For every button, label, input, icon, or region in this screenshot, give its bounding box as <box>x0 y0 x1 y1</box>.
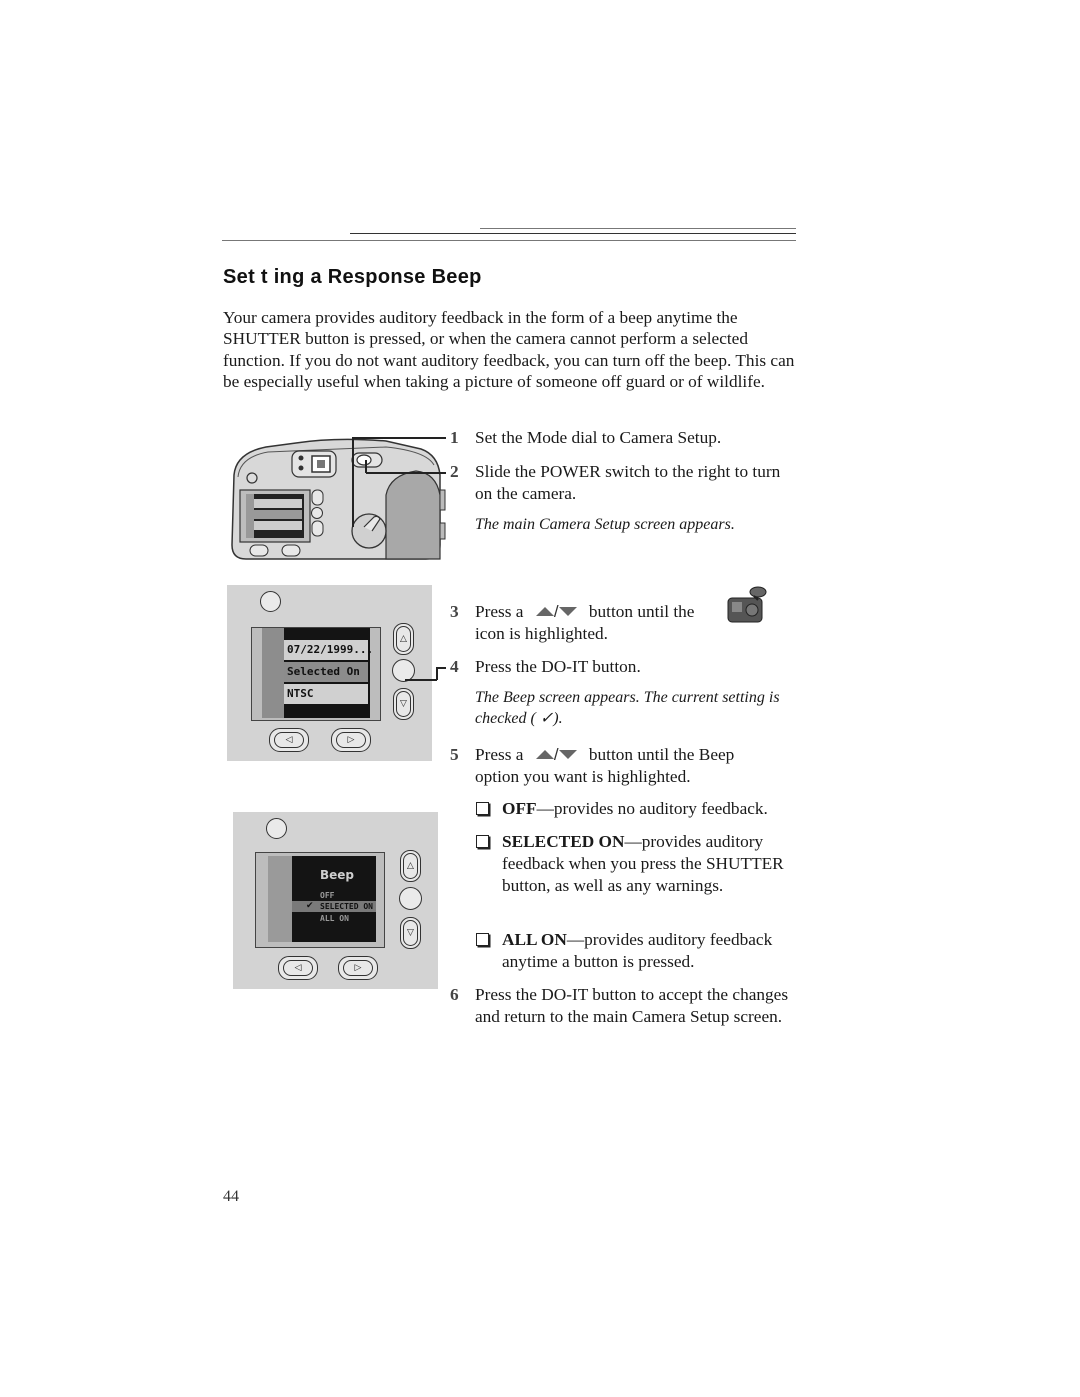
up-arrow-icon: △ <box>400 634 407 644</box>
callout-4-horizontal-b <box>436 667 446 669</box>
left-arrow-icon: ◁ <box>294 963 302 973</box>
checkbox-bullet-icon <box>476 835 489 848</box>
callout-1-horizontal <box>353 437 446 439</box>
checkbox-bullet-icon <box>476 802 489 815</box>
down-button: ▽ <box>393 688 414 720</box>
step-text: Set the Mode dial to Camera Setup. <box>475 428 722 447</box>
up-triangle-icon <box>535 750 554 759</box>
page-number: 44 <box>223 1188 239 1205</box>
beep-menu-camera-icon <box>726 584 768 626</box>
step-text-part: button until the Beep <box>588 745 735 764</box>
callout-2-vertical <box>365 460 367 473</box>
step-text-part: option you want is highlighted. <box>475 767 691 786</box>
menu-icon-column <box>262 628 284 718</box>
step-text-part: button until the <box>588 602 695 621</box>
down-button: ▽ <box>400 917 421 949</box>
option-label: ALL ON <box>502 930 567 949</box>
camera-back-illustration <box>226 435 446 565</box>
callout-1-vertical <box>352 437 354 527</box>
left-arrow-icon: ◁ <box>285 735 293 745</box>
intro-paragraph: Your camera provides auditory feedback i… <box>223 308 795 391</box>
lcd-frame: 07/22/1999... Selected On NTSC <box>251 627 381 721</box>
beep-option-selected-on: SELECTED ON <box>320 902 373 911</box>
callout-4-horizontal-a <box>405 679 437 681</box>
note-beep-screen-appears: The Beep screen appears. The current set… <box>475 689 780 727</box>
beep-screen-title: Beep <box>320 868 355 882</box>
step-text-part: Press a <box>475 602 524 621</box>
checkbox-bullet-icon <box>476 933 489 946</box>
beep-option-all-on: ALL ON <box>320 914 349 923</box>
step-text-part: icon is highlighted. <box>475 624 608 643</box>
option-description: —provides no auditory feedback. <box>536 799 768 818</box>
check-mark-icon: ✔ <box>306 900 314 910</box>
menu-row-video-out: NTSC <box>284 684 368 704</box>
header-rule-middle <box>350 233 796 234</box>
up-button: △ <box>393 623 414 655</box>
step-number: 3 <box>450 602 459 621</box>
right-arrow-icon: ▷ <box>347 735 355 745</box>
option-label: SELECTED ON <box>502 832 625 851</box>
power-led-button <box>266 818 287 839</box>
step-text-part: Press a <box>475 745 524 764</box>
step-number: 2 <box>450 462 459 481</box>
up-triangle-icon <box>535 607 554 616</box>
step-text: Slide the POWER switch to the right to t… <box>475 462 781 503</box>
callout-4-vertical <box>436 667 438 680</box>
beep-option-off: OFF <box>320 891 335 900</box>
left-button: ◁ <box>269 728 309 752</box>
option-label: OFF <box>502 799 537 818</box>
right-button: ▷ <box>331 728 371 752</box>
down-arrow-icon: ▽ <box>400 699 407 709</box>
up-button: △ <box>400 850 421 882</box>
up-arrow-icon: △ <box>407 861 414 871</box>
lcd-frame: Beep OFF ✔ SELECTED ON ALL ON <box>255 852 385 948</box>
note-main-setup-screen: The main Camera Setup screen appears. <box>475 516 735 533</box>
step-text: Press the DO-IT button to accept the cha… <box>475 985 789 1026</box>
menu-icon-column <box>268 856 292 942</box>
beep-screen-panel: Beep OFF ✔ SELECTED ON ALL ON △ ▽ ◁ ▷ <box>233 812 438 989</box>
callout-2-horizontal <box>366 472 446 474</box>
left-button: ◁ <box>278 956 318 980</box>
menu-row-date: 07/22/1999... <box>284 640 373 660</box>
right-button: ▷ <box>338 956 378 980</box>
do-it-button <box>399 887 422 910</box>
down-triangle-icon <box>558 750 577 759</box>
camera-body-drawing <box>231 438 446 560</box>
down-arrow-icon: ▽ <box>407 928 414 938</box>
step-text: Press the DO-IT button. <box>475 657 641 676</box>
step-number: 1 <box>450 428 459 447</box>
power-led-button <box>260 591 281 612</box>
page-title: Set t ing a Response Beep <box>223 266 482 288</box>
camera-setup-screen-panel: 07/22/1999... Selected On NTSC △ ▽ ◁ ▷ <box>227 585 432 761</box>
header-rule-top <box>480 228 796 229</box>
lcd-screen: 07/22/1999... Selected On NTSC <box>262 628 373 718</box>
step-number: 6 <box>450 985 459 1004</box>
lcd-screen: Beep OFF ✔ SELECTED ON ALL ON <box>268 856 376 942</box>
header-rule-bottom <box>222 240 796 241</box>
down-triangle-icon <box>558 607 577 616</box>
menu-row-beep-highlighted: Selected On <box>284 662 368 682</box>
right-arrow-icon: ▷ <box>354 963 362 973</box>
step-number: 4 <box>450 657 459 676</box>
step-number: 5 <box>450 745 459 764</box>
